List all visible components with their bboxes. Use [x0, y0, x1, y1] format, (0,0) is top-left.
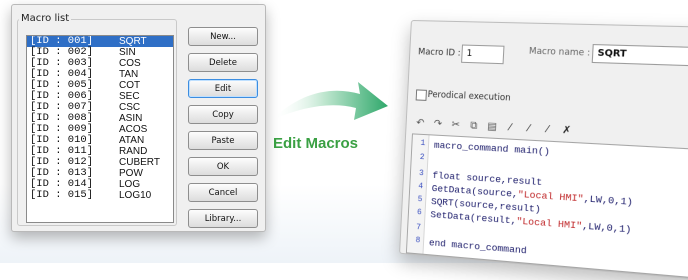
code-editor[interactable]: 1 macro_command main() 2 3 float source,resu…: [406, 133, 688, 280]
macro-name: ACOS: [119, 124, 147, 135]
macro-name: SIN: [119, 47, 136, 58]
arrow-icon: [270, 72, 390, 132]
macro-name: ATAN: [119, 135, 144, 146]
periodical-execution-label: Perodical execution: [427, 90, 511, 104]
macro-list-dialog: Macro list [ID : 001] SQRT [ID : 002] SIN [I…: [11, 4, 266, 232]
edit-button[interactable]: Edit: [188, 79, 258, 98]
macro-list-title: Macro list: [19, 13, 71, 24]
macro-editor-dialog: Macro ID : 1 Macro name : SQRT Perodical…: [399, 20, 688, 280]
line-number: 5: [411, 195, 422, 205]
macro-name-field[interactable]: SQRT: [592, 44, 688, 67]
macro-id-field[interactable]: 1: [461, 45, 504, 65]
macro-name: LOG: [119, 179, 140, 190]
macro-name: POW: [119, 168, 143, 179]
macro-name: CSC: [119, 102, 140, 113]
macro-id-label: Macro ID :: [418, 47, 461, 58]
macro-name: RAND: [119, 146, 147, 157]
macro-name: TAN: [119, 69, 138, 80]
copy-icon[interactable]: ⧉: [468, 120, 481, 132]
line-number: 3: [413, 169, 424, 179]
caption-edit-macros: Edit Macros: [273, 135, 358, 152]
macro-name: SQRT: [119, 36, 147, 47]
redo-icon[interactable]: ↷: [432, 118, 444, 130]
undo-icon[interactable]: ↶: [414, 117, 426, 129]
macro-name: CUBERT: [119, 157, 160, 168]
list-item[interactable]: [ID : 015] LOG10: [27, 190, 173, 201]
macro-name-label: Macro name :: [529, 46, 591, 58]
ok-button[interactable]: OK: [188, 157, 258, 176]
wand-clear-icon[interactable]: ✗: [560, 124, 573, 136]
macro-id: [ID : 015]: [30, 190, 93, 201]
macro-list[interactable]: [ID : 001] SQRT [ID : 002] SIN [ID : 003] COS…: [26, 35, 174, 223]
line-number: 2: [413, 153, 424, 163]
code-segment: ,LW,0,1): [583, 193, 633, 208]
new-button[interactable]: New...: [188, 27, 258, 46]
wand2-icon[interactable]: ⁄: [523, 122, 536, 134]
macro-name: COS: [119, 58, 141, 69]
line-number: 7: [410, 223, 421, 233]
cancel-button[interactable]: Cancel: [188, 183, 258, 202]
macro-name: SEC: [119, 91, 140, 102]
copy-button[interactable]: Copy: [188, 105, 258, 124]
paste-button[interactable]: Paste: [188, 131, 258, 150]
macro-name: ASIN: [119, 113, 142, 124]
line-number: 4: [412, 182, 423, 192]
library-button[interactable]: Library...: [188, 209, 258, 228]
delete-button[interactable]: Delete: [188, 53, 258, 72]
paste-icon[interactable]: ▤: [486, 120, 499, 132]
macro-button-column: New... Delete Edit Copy Paste OK Cancel …: [188, 27, 258, 235]
wand-icon[interactable]: ⁄: [504, 121, 517, 133]
macro-name: LOG10: [119, 190, 151, 201]
wand3-icon[interactable]: ⁄: [541, 123, 554, 135]
periodical-execution-checkbox[interactable]: [416, 89, 427, 101]
line-number: 8: [409, 236, 420, 246]
macro-name: COT: [119, 80, 140, 91]
cut-icon[interactable]: ✂: [450, 119, 463, 131]
macro-editor-wrapper: Macro ID : 1 Macro name : SQRT Perodical…: [405, 6, 687, 263]
line-number: 6: [411, 208, 422, 218]
code-segment: ,LW,0,1): [582, 220, 632, 235]
line-number: 1: [414, 139, 425, 149]
